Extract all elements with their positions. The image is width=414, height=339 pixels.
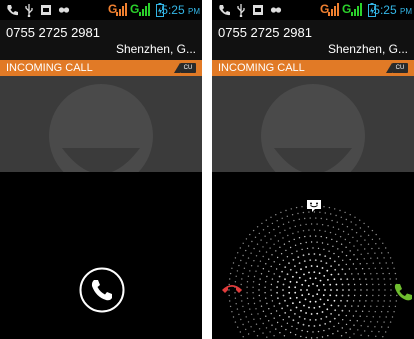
phone-icon	[219, 5, 230, 16]
screenshot-icon	[253, 5, 263, 15]
default-contact-avatar-icon	[49, 84, 153, 172]
usb-icon	[237, 4, 245, 17]
carrier-2-label: G	[342, 2, 352, 16]
voicemail-icon	[58, 7, 70, 13]
caller-photo-placeholder	[212, 76, 414, 172]
status-time: 5:25 PM	[373, 3, 412, 17]
signal-icon	[351, 3, 362, 16]
default-contact-avatar-icon	[261, 84, 365, 172]
caller-photo-placeholder	[0, 76, 202, 172]
sim-badge: CU	[180, 63, 196, 73]
call-state-label: INCOMING CALL	[6, 62, 93, 74]
status-bar: G G 5:25 PM	[0, 0, 202, 20]
caller-number: 0755 2725 2981	[6, 25, 100, 40]
screenshot-icon	[41, 5, 51, 15]
carrier-2-label: G	[130, 2, 140, 16]
status-bar: G G 5:25 PM	[212, 0, 414, 20]
call-state-banner: INCOMING CALL CU	[212, 60, 414, 76]
sim-badge: CU	[392, 63, 408, 73]
phone-icon	[7, 5, 18, 16]
incoming-call-screen-active: G G 5:25 PM 0755 2725 2981 Shenzhen, G..…	[212, 0, 414, 339]
status-time: 5:25 PM	[161, 3, 200, 17]
caller-location: Shenzhen, G...	[327, 42, 408, 56]
call-control-area	[0, 172, 202, 339]
call-state-label: INCOMING CALL	[218, 62, 305, 74]
caller-info: 0755 2725 2981 Shenzhen, G...	[212, 20, 414, 60]
caller-location: Shenzhen, G...	[115, 42, 196, 56]
incoming-call-screen-idle: G G 5:25 PM 0755 2725 2981 Shenzhen, G..…	[0, 0, 202, 339]
usb-icon	[25, 4, 33, 17]
caller-number: 0755 2725 2981	[218, 25, 312, 40]
signal-icon	[328, 3, 339, 16]
voicemail-icon	[270, 7, 282, 13]
decline-call-icon[interactable]	[221, 282, 243, 296]
caller-info: 0755 2725 2981 Shenzhen, G...	[0, 20, 202, 60]
signal-icon	[139, 3, 150, 16]
message-icon[interactable]	[306, 199, 322, 213]
phone-handset-icon[interactable]	[78, 266, 126, 314]
accept-call-icon[interactable]	[393, 282, 413, 302]
call-state-banner: INCOMING CALL CU	[0, 60, 202, 76]
glowpad-ring[interactable]	[212, 172, 414, 339]
call-control-area	[212, 172, 414, 339]
signal-icon	[116, 3, 127, 16]
